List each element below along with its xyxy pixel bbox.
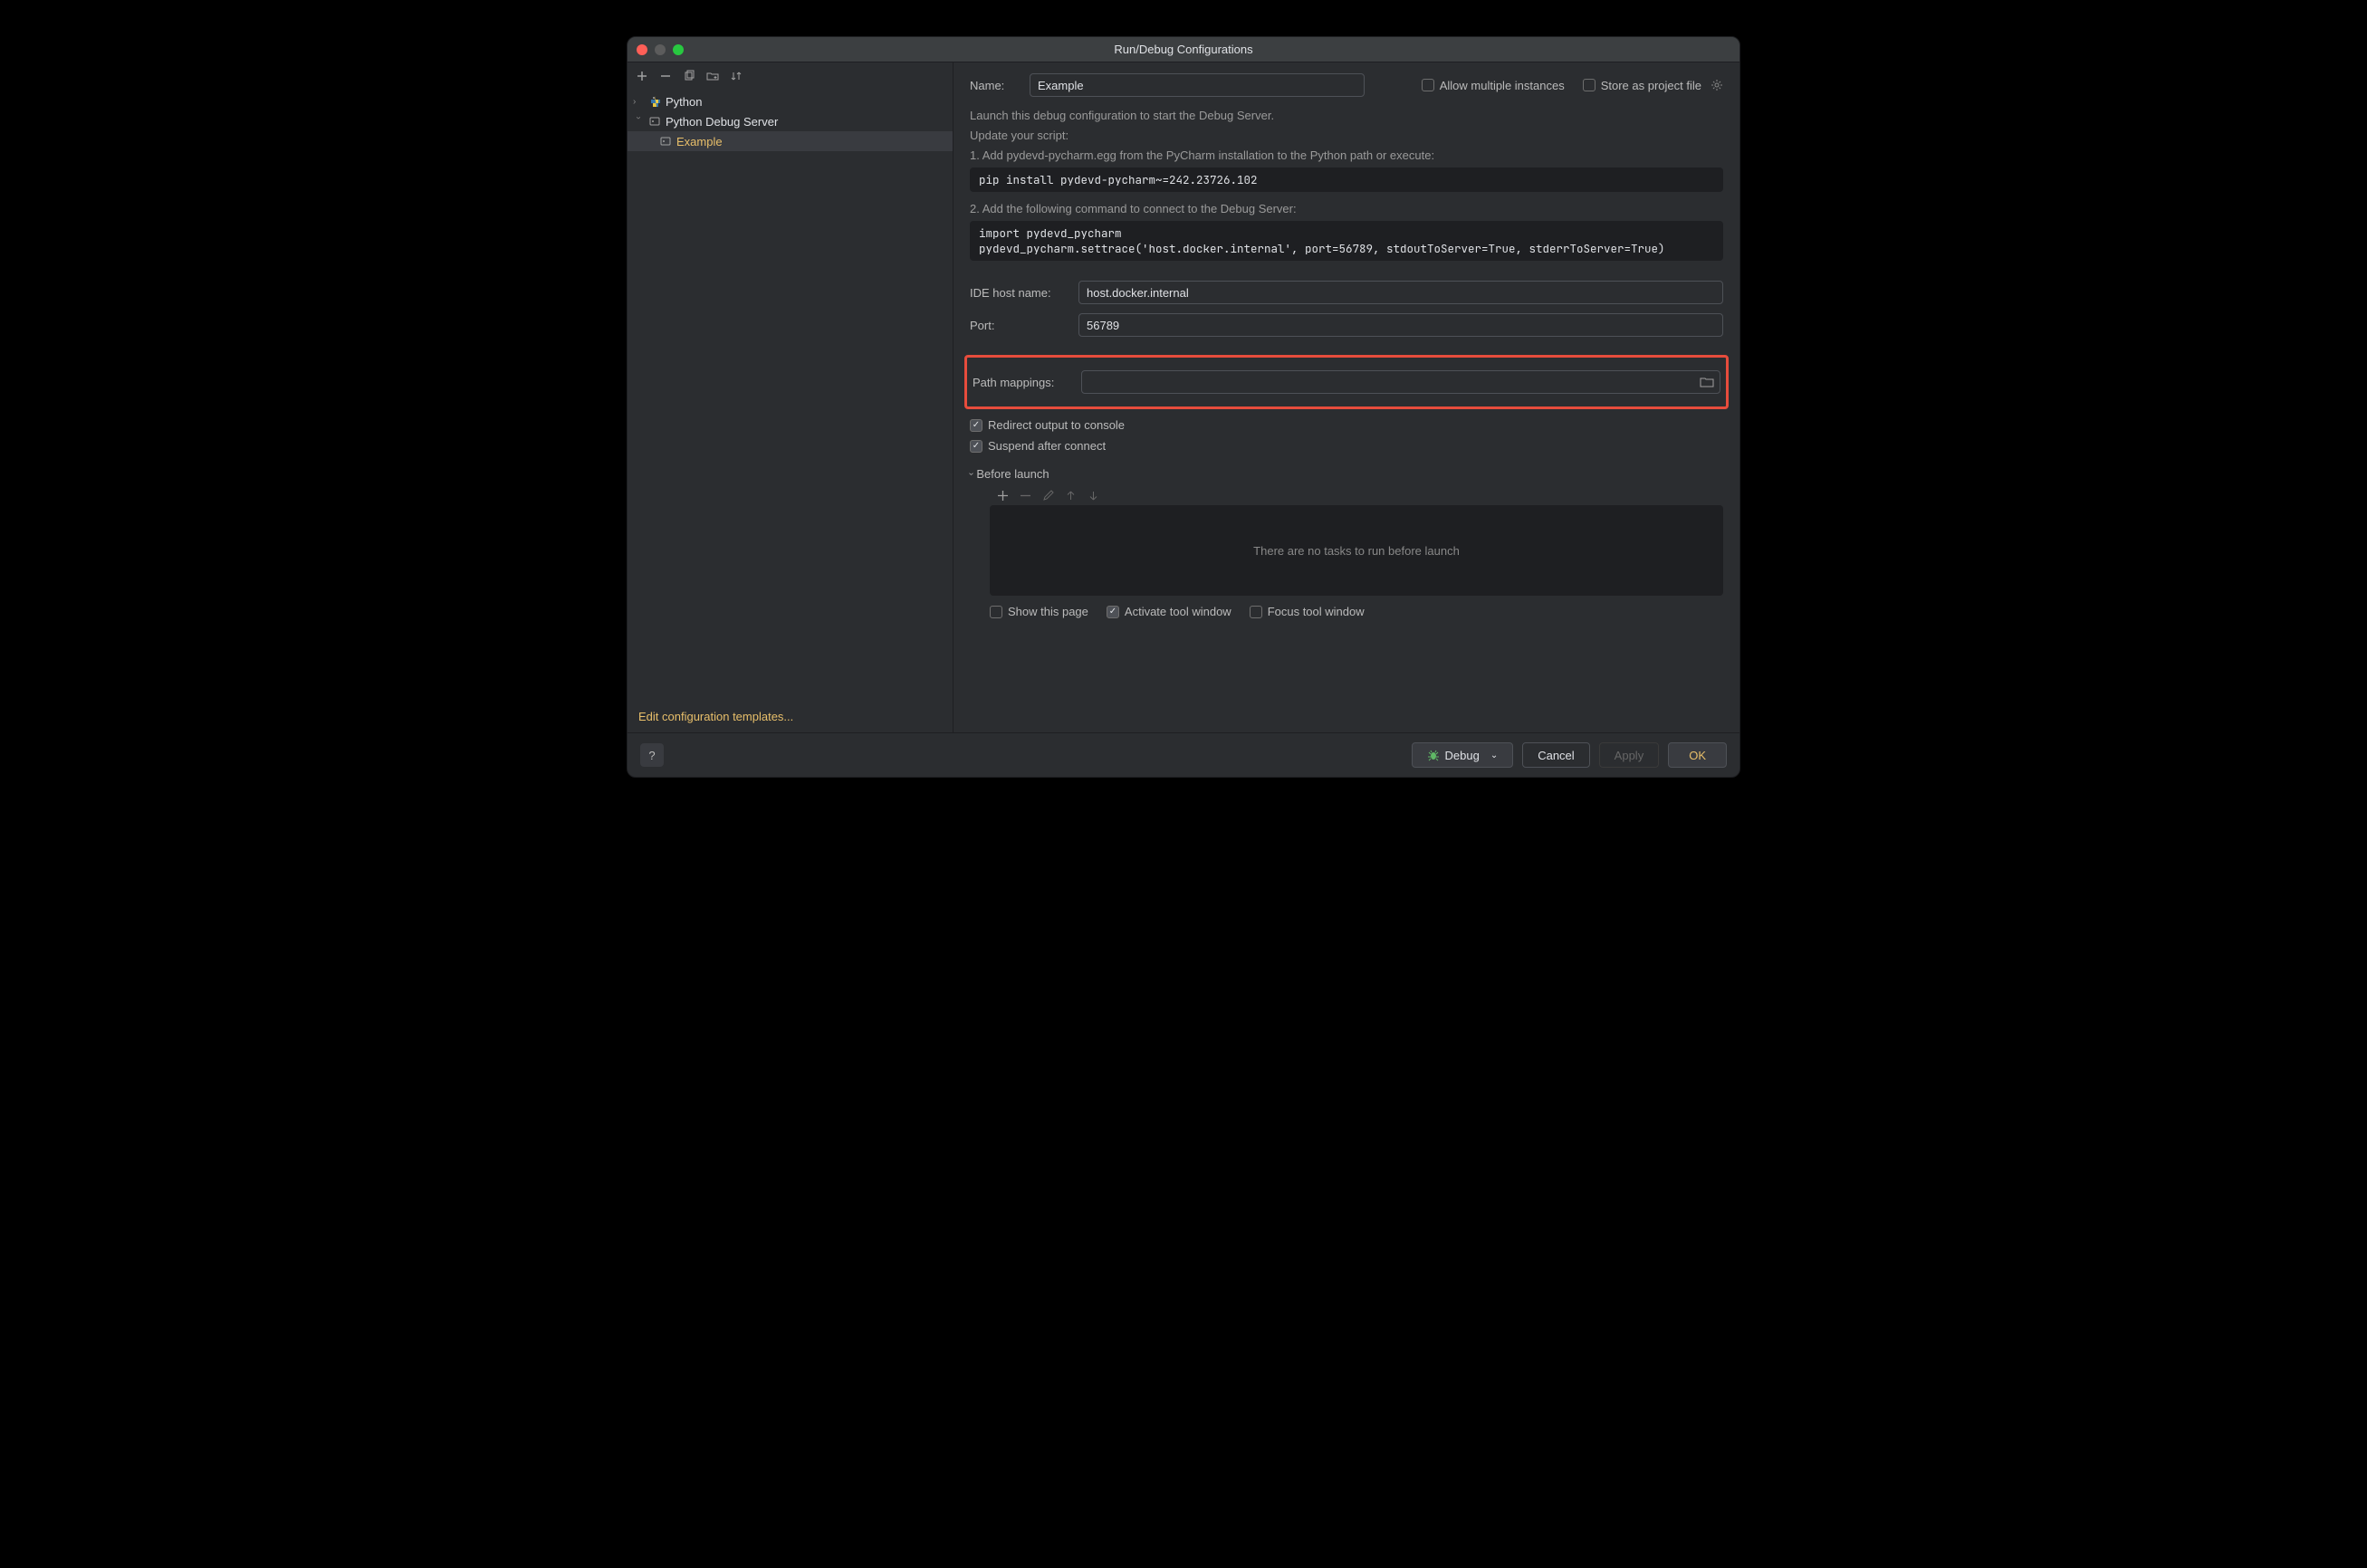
checkbox-icon bbox=[970, 419, 982, 432]
activate-tool-checkbox[interactable]: Activate tool window bbox=[1107, 605, 1231, 618]
name-input[interactable] bbox=[1030, 73, 1365, 97]
before-launch-tasks-box: There are no tasks to run before launch bbox=[990, 505, 1723, 596]
checkbox-label: Redirect output to console bbox=[988, 418, 1125, 432]
checkbox-label: Allow multiple instances bbox=[1440, 79, 1565, 92]
suspend-after-checkbox[interactable]: Suspend after connect bbox=[970, 439, 1723, 453]
tree-label: Example bbox=[676, 135, 723, 148]
checkbox-icon bbox=[1107, 606, 1119, 618]
minimize-window-button[interactable] bbox=[655, 44, 666, 55]
allow-multiple-checkbox[interactable]: Allow multiple instances bbox=[1422, 79, 1565, 92]
checkbox-icon bbox=[1250, 606, 1262, 618]
port-label: Port: bbox=[970, 319, 1069, 332]
close-window-button[interactable] bbox=[637, 44, 647, 55]
sort-config-icon[interactable] bbox=[729, 69, 743, 83]
remove-task-icon[interactable] bbox=[1020, 490, 1031, 502]
button-label: Cancel bbox=[1538, 749, 1574, 762]
checkbox-label: Show this page bbox=[1008, 605, 1088, 618]
titlebar: Run/Debug Configurations bbox=[628, 37, 1739, 62]
sidebar-toolbar bbox=[628, 62, 953, 90]
ok-button[interactable]: OK bbox=[1668, 742, 1727, 768]
folder-icon[interactable] bbox=[1700, 376, 1714, 388]
store-project-checkbox[interactable]: Store as project file bbox=[1583, 79, 1723, 92]
tree-label: Python Debug Server bbox=[666, 115, 778, 129]
move-up-icon[interactable] bbox=[1065, 490, 1077, 502]
apply-button[interactable]: Apply bbox=[1599, 742, 1660, 768]
checkbox-icon bbox=[1422, 79, 1434, 91]
port-input[interactable] bbox=[1078, 313, 1723, 337]
button-label: Apply bbox=[1615, 749, 1644, 762]
step2-text: 2. Add the following command to connect … bbox=[970, 199, 1723, 219]
tree-node-example[interactable]: Example bbox=[628, 131, 953, 151]
debug-button[interactable]: Debug ⌄ bbox=[1412, 742, 1514, 768]
focus-tool-checkbox[interactable]: Focus tool window bbox=[1250, 605, 1365, 618]
folder-config-icon[interactable] bbox=[705, 69, 720, 83]
no-tasks-text: There are no tasks to run before launch bbox=[1253, 544, 1460, 558]
zoom-window-button[interactable] bbox=[673, 44, 684, 55]
debug-config-icon bbox=[658, 135, 673, 148]
python-icon bbox=[647, 95, 662, 108]
before-launch-label: Before launch bbox=[976, 467, 1049, 481]
tree-node-python[interactable]: › Python bbox=[628, 91, 953, 111]
path-mappings-input[interactable] bbox=[1081, 370, 1720, 394]
footer: ? Debug ⌄ Cancel Apply OK bbox=[628, 732, 1739, 777]
launch-helper-text: Launch this debug configuration to start… bbox=[970, 106, 1723, 126]
button-label: OK bbox=[1689, 749, 1706, 762]
remove-config-icon[interactable] bbox=[658, 69, 673, 83]
traffic-lights bbox=[637, 44, 684, 55]
button-label: Debug bbox=[1445, 749, 1480, 762]
checkbox-label: Focus tool window bbox=[1268, 605, 1365, 618]
bug-icon bbox=[1427, 749, 1440, 761]
checkbox-label: Store as project file bbox=[1601, 79, 1701, 92]
name-label: Name: bbox=[970, 79, 1021, 92]
before-launch-toolbar bbox=[990, 486, 1723, 505]
config-tree: › Python › Python Debug Server Example bbox=[628, 90, 953, 701]
move-down-icon[interactable] bbox=[1088, 490, 1099, 502]
chevron-down-icon: › bbox=[634, 116, 644, 127]
code-block-pip[interactable]: pip install pydevd-pycharm~=242.23726.10… bbox=[970, 167, 1723, 192]
chevron-right-icon: › bbox=[633, 97, 644, 107]
checkbox-icon bbox=[990, 606, 1002, 618]
show-this-page-checkbox[interactable]: Show this page bbox=[990, 605, 1088, 618]
cancel-button[interactable]: Cancel bbox=[1522, 742, 1589, 768]
path-mappings-label: Path mappings: bbox=[973, 376, 1072, 389]
gear-icon[interactable] bbox=[1711, 79, 1723, 91]
update-script-text: Update your script: bbox=[970, 126, 1723, 146]
ide-host-input[interactable] bbox=[1078, 281, 1723, 304]
sidebar: › Python › Python Debug Server Example E… bbox=[628, 62, 954, 732]
edit-templates-link[interactable]: Edit configuration templates... bbox=[628, 701, 953, 732]
step1-text: 1. Add pydevd-pycharm.egg from the PyCha… bbox=[970, 146, 1723, 166]
ide-host-label: IDE host name: bbox=[970, 286, 1069, 300]
help-button[interactable]: ? bbox=[640, 743, 664, 767]
add-config-icon[interactable] bbox=[635, 69, 649, 83]
dialog-window: Run/Debug Configurations › Python › bbox=[627, 36, 1740, 778]
content-panel: Name: Allow multiple instances Store as … bbox=[954, 62, 1739, 732]
chevron-down-icon: ⌄ bbox=[1490, 751, 1498, 760]
edit-task-icon[interactable] bbox=[1042, 490, 1054, 502]
tree-label: Python bbox=[666, 95, 702, 109]
window-title: Run/Debug Configurations bbox=[1114, 43, 1252, 56]
redirect-output-checkbox[interactable]: Redirect output to console bbox=[970, 418, 1723, 432]
checkbox-label: Suspend after connect bbox=[988, 439, 1106, 453]
checkbox-label: Activate tool window bbox=[1125, 605, 1231, 618]
checkbox-icon bbox=[1583, 79, 1596, 91]
code-block-settrace[interactable]: import pydevd_pycharm pydevd_pycharm.set… bbox=[970, 221, 1723, 261]
chevron-down-icon: › bbox=[966, 473, 976, 475]
add-task-icon[interactable] bbox=[997, 490, 1009, 502]
checkbox-icon bbox=[970, 440, 982, 453]
debug-server-icon bbox=[647, 115, 662, 128]
copy-config-icon[interactable] bbox=[682, 69, 696, 83]
tree-node-debug-server[interactable]: › Python Debug Server bbox=[628, 111, 953, 131]
before-launch-header[interactable]: › Before launch bbox=[970, 467, 1723, 481]
before-launch-section: › Before launch There are no tasks to ru… bbox=[970, 467, 1723, 618]
path-mappings-highlight: Path mappings: bbox=[964, 355, 1729, 409]
